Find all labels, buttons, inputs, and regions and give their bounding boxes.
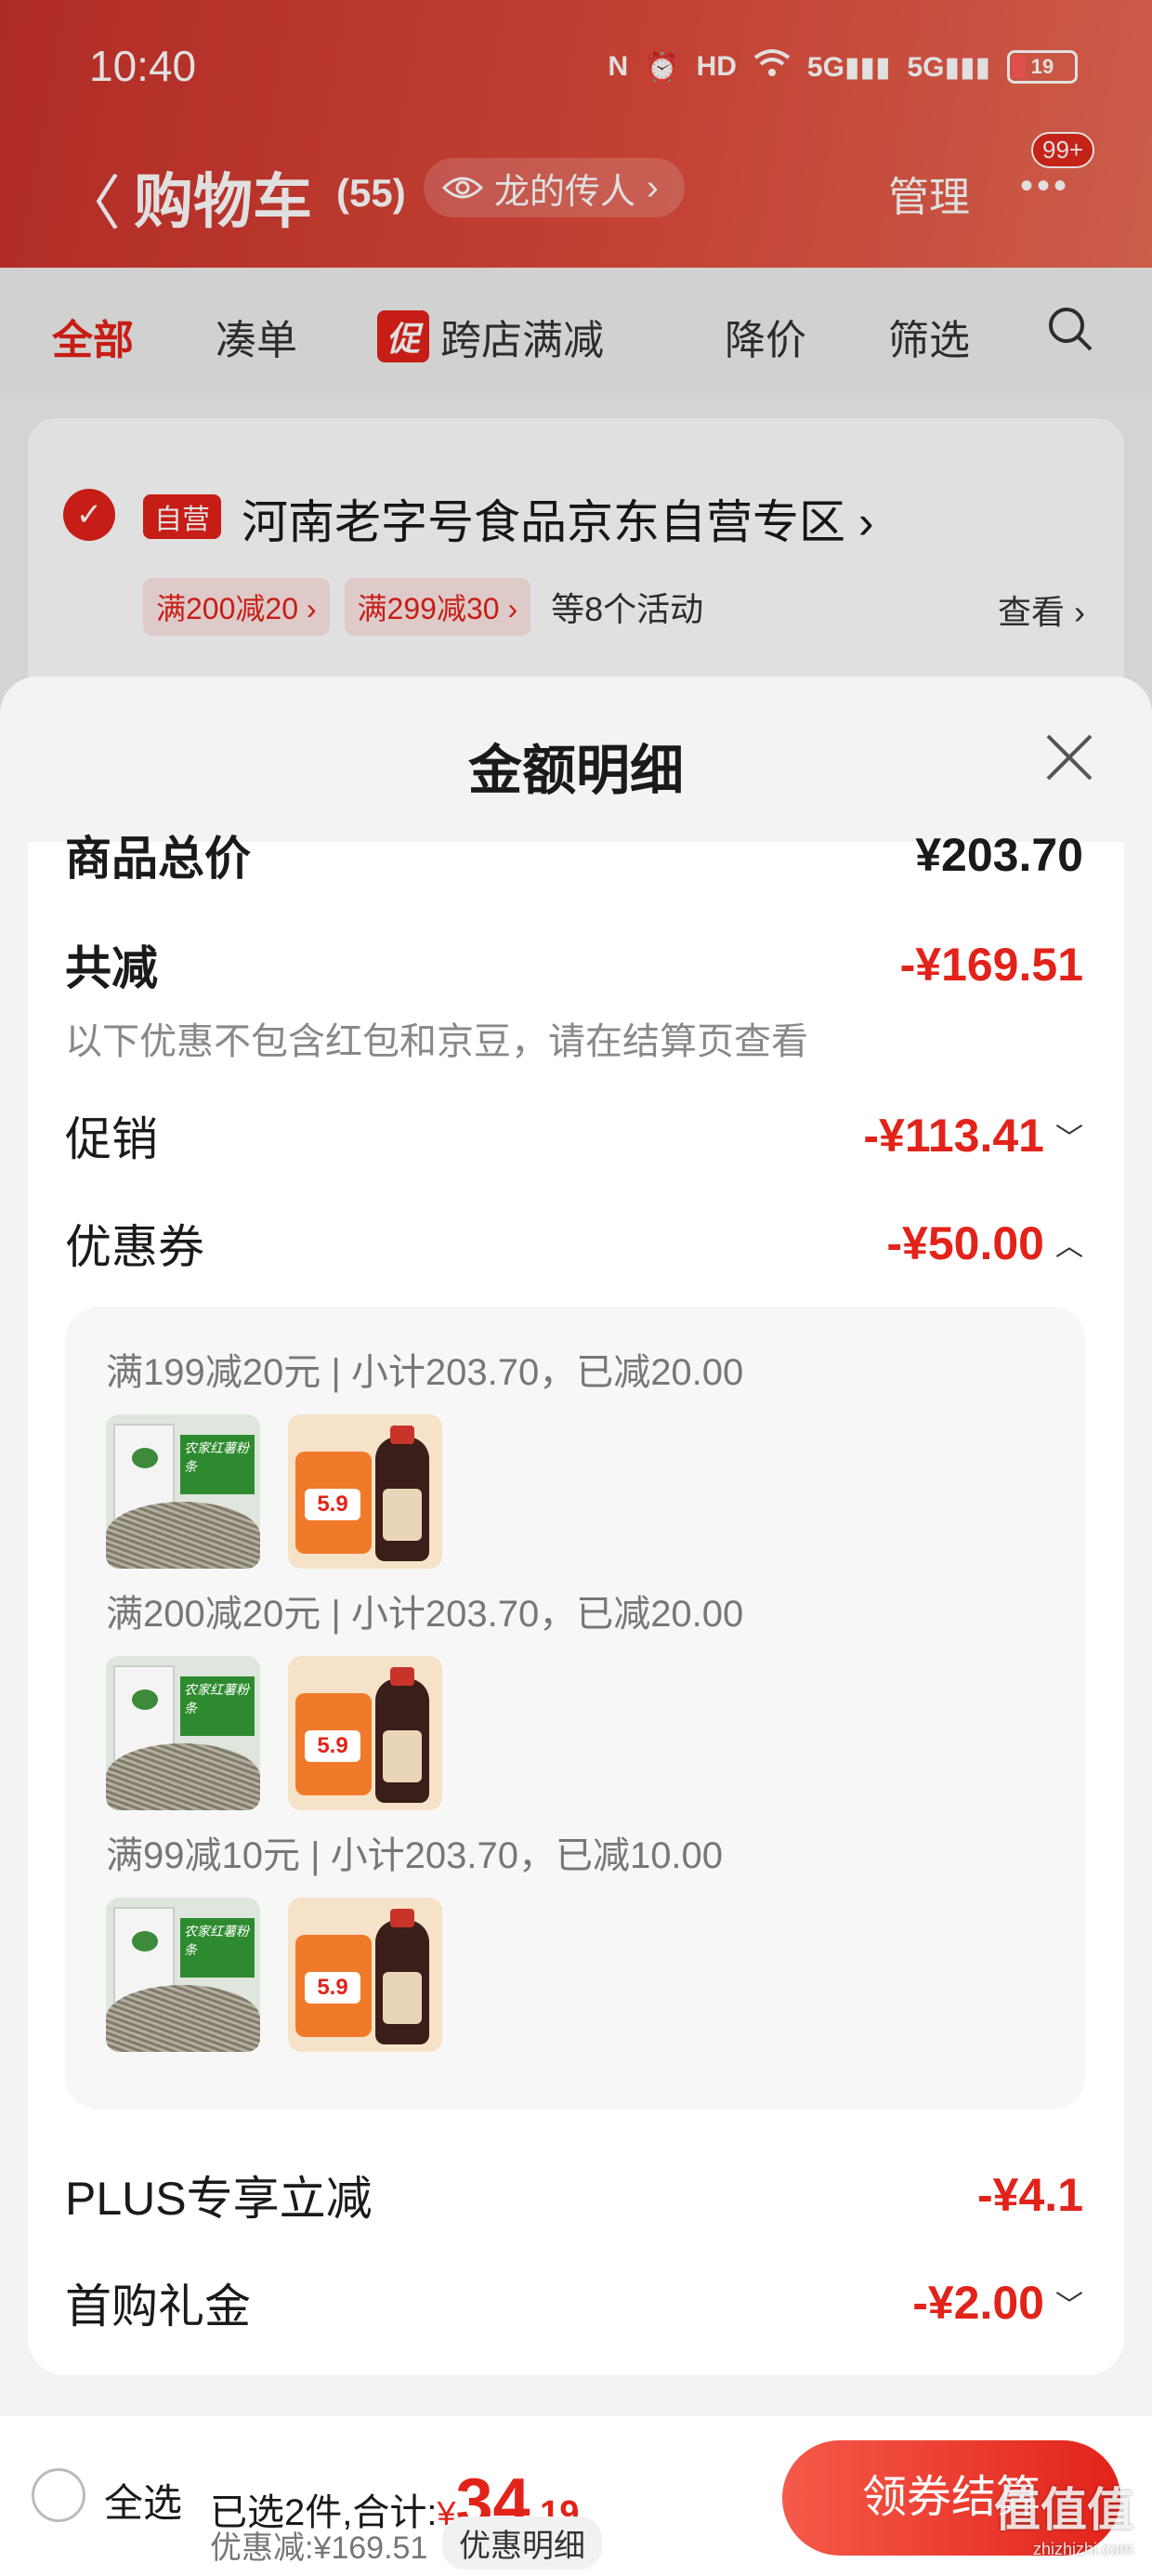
checkout-bar: 全选 已选2件,合计: ¥ 34 .19 优惠减:¥169.51 优惠明细 领券… <box>0 2416 1152 2576</box>
coupon-products: 农家红薯粉条 5.9 <box>106 1414 442 1569</box>
promo-label: 促销 <box>65 1113 158 1165</box>
detail-panel: 商品总价 ¥203.70 共减 -¥169.51 以下优惠不包含红包和京豆，请在… <box>28 829 1124 2375</box>
gift-amount: -¥2.00 ﹀ <box>912 2277 1083 2329</box>
total-value: ¥203.70 <box>915 829 1083 881</box>
row-promo[interactable]: 促销 -¥113.41 ﹀ <box>65 1102 1083 1169</box>
select-all-label[interactable]: 全选 <box>104 2472 182 2529</box>
product-thumb-noodles[interactable]: 农家红薯粉条 <box>106 1898 260 2052</box>
chevron-down-icon: ﹀ <box>1055 1124 1083 1154</box>
plus-label: PLUS专享立减 <box>65 2173 373 2225</box>
product-thumb-soy-sauce[interactable]: 5.9 <box>288 1898 442 2052</box>
coupon-detail-box: 满199减20元 | 小计203.70，已减20.00 农家红薯粉条 5.9 满… <box>65 1307 1085 2109</box>
chevron-down-icon: ﹀ <box>1055 2291 1083 2321</box>
coupon-line: 满199减20元 | 小计203.70，已减20.00 <box>106 1352 744 1393</box>
chevron-up-icon: ︿ <box>1055 1231 1083 1262</box>
product-thumb-noodles[interactable]: 农家红薯粉条 <box>106 1656 260 1810</box>
gift-label: 首购礼金 <box>65 2280 251 2333</box>
row-plus: PLUS专享立减 -¥4.1 <box>65 2162 1083 2228</box>
coupon-label: 优惠券 <box>65 1221 204 1273</box>
discount-note: 以下优惠不包含红包和京豆，请在结算页查看 <box>65 1021 808 1062</box>
amount-detail-sheet: 金额明细 商品总价 ¥203.70 共减 -¥169.51 以下优惠不包含红包和… <box>0 677 1152 2576</box>
reduced-value: -¥169.51 <box>899 939 1083 991</box>
product-thumb-soy-sauce[interactable]: 5.9 <box>288 1414 442 1569</box>
plus-value: -¥4.1 <box>977 2169 1083 2221</box>
row-total: 商品总价 ¥203.70 <box>65 821 1083 888</box>
watermark-logo: 值值值 zhizhizhi.com <box>994 2484 1133 2558</box>
coupon-products: 农家红薯粉条 5.9 <box>106 1656 442 1810</box>
select-all-radio[interactable] <box>32 2468 85 2522</box>
product-thumb-noodles[interactable]: 农家红薯粉条 <box>106 1414 260 1569</box>
coupon-line: 满200减20元 | 小计203.70，已减20.00 <box>106 1594 744 1635</box>
row-coupon[interactable]: 优惠券 -¥50.00 ︿ <box>65 1210 1083 1277</box>
sheet-title: 金额明细 <box>467 741 684 801</box>
promo-amount: -¥113.41 ﹀ <box>863 1110 1083 1162</box>
total-label: 商品总价 <box>65 833 251 885</box>
coupon-line: 满99减10元 | 小计203.70，已减10.00 <box>106 1835 724 1876</box>
coupon-amount: -¥50.00 ︿ <box>886 1217 1083 1269</box>
reduced-label: 共减 <box>65 942 158 994</box>
discount-summary: 优惠减:¥169.51 <box>210 2530 428 2566</box>
discount-detail-button[interactable]: 优惠明细 <box>442 2517 602 2569</box>
row-reduced: 共减 -¥169.51 <box>65 931 1083 998</box>
product-thumb-soy-sauce[interactable]: 5.9 <box>288 1656 442 1810</box>
close-icon[interactable] <box>1044 732 1094 782</box>
row-first-gift[interactable]: 首购礼金 -¥2.00 ﹀ <box>65 2269 1083 2336</box>
coupon-products: 农家红薯粉条 5.9 <box>106 1898 442 2052</box>
